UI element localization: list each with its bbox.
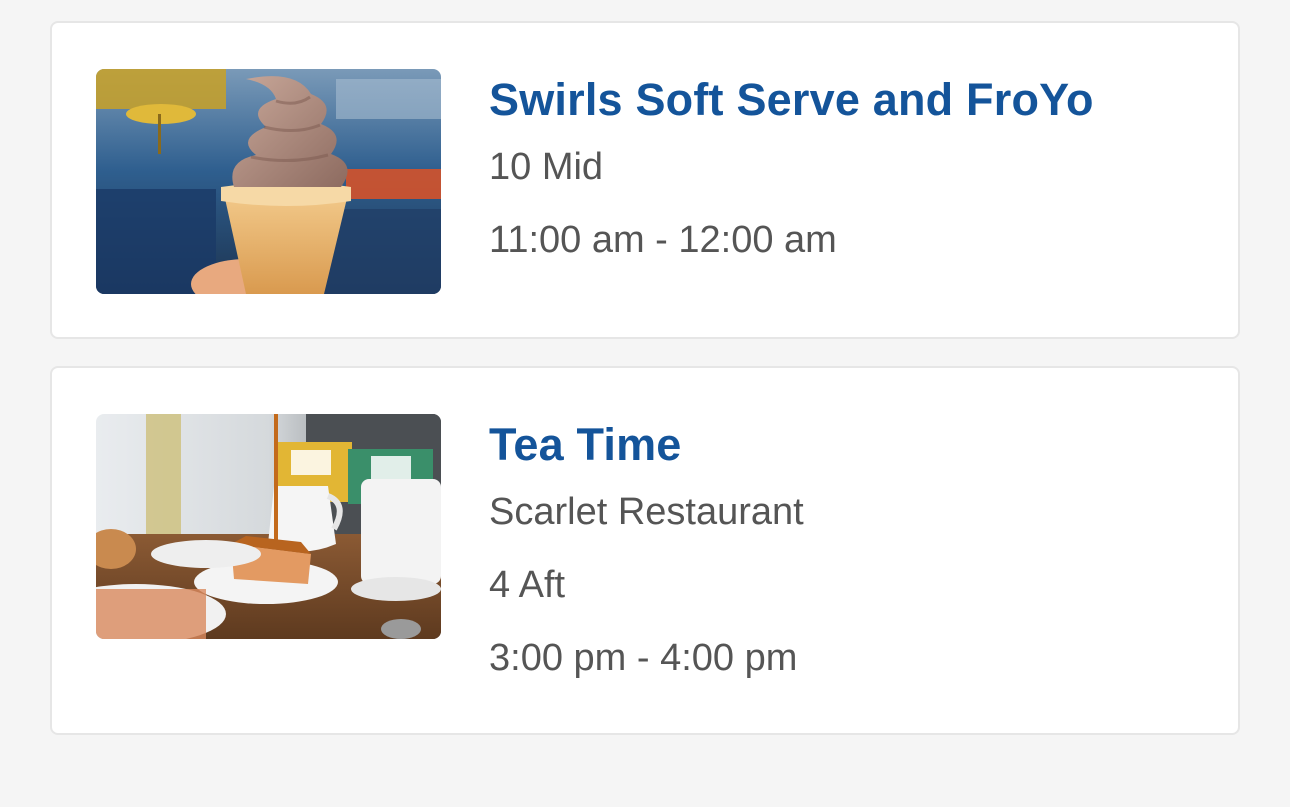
dining-venue: Scarlet Restaurant xyxy=(489,491,804,533)
tea-time-photo xyxy=(96,414,441,639)
dining-card-tea-time[interactable]: Tea Time Scarlet Restaurant 4 Aft 3:00 p… xyxy=(50,366,1240,735)
soft-serve-photo xyxy=(96,69,441,294)
dining-list: Swirls Soft Serve and FroYo 10 Mid 11:00… xyxy=(50,21,1240,762)
dining-title[interactable]: Tea Time xyxy=(489,417,804,473)
dining-card-info: Swirls Soft Serve and FroYo 10 Mid 11:00… xyxy=(489,69,1094,263)
dining-card-swirls[interactable]: Swirls Soft Serve and FroYo 10 Mid 11:00… xyxy=(50,21,1240,339)
dining-location: 10 Mid xyxy=(489,146,604,188)
dining-card-info: Tea Time Scarlet Restaurant 4 Aft 3:00 p… xyxy=(489,414,804,681)
dining-hours: 11:00 am - 12:00 am xyxy=(489,219,837,261)
dining-hours: 3:00 pm - 4:00 pm xyxy=(489,637,798,679)
dining-title[interactable]: Swirls Soft Serve and FroYo xyxy=(489,72,1094,128)
dining-location: 4 Aft xyxy=(489,564,566,606)
